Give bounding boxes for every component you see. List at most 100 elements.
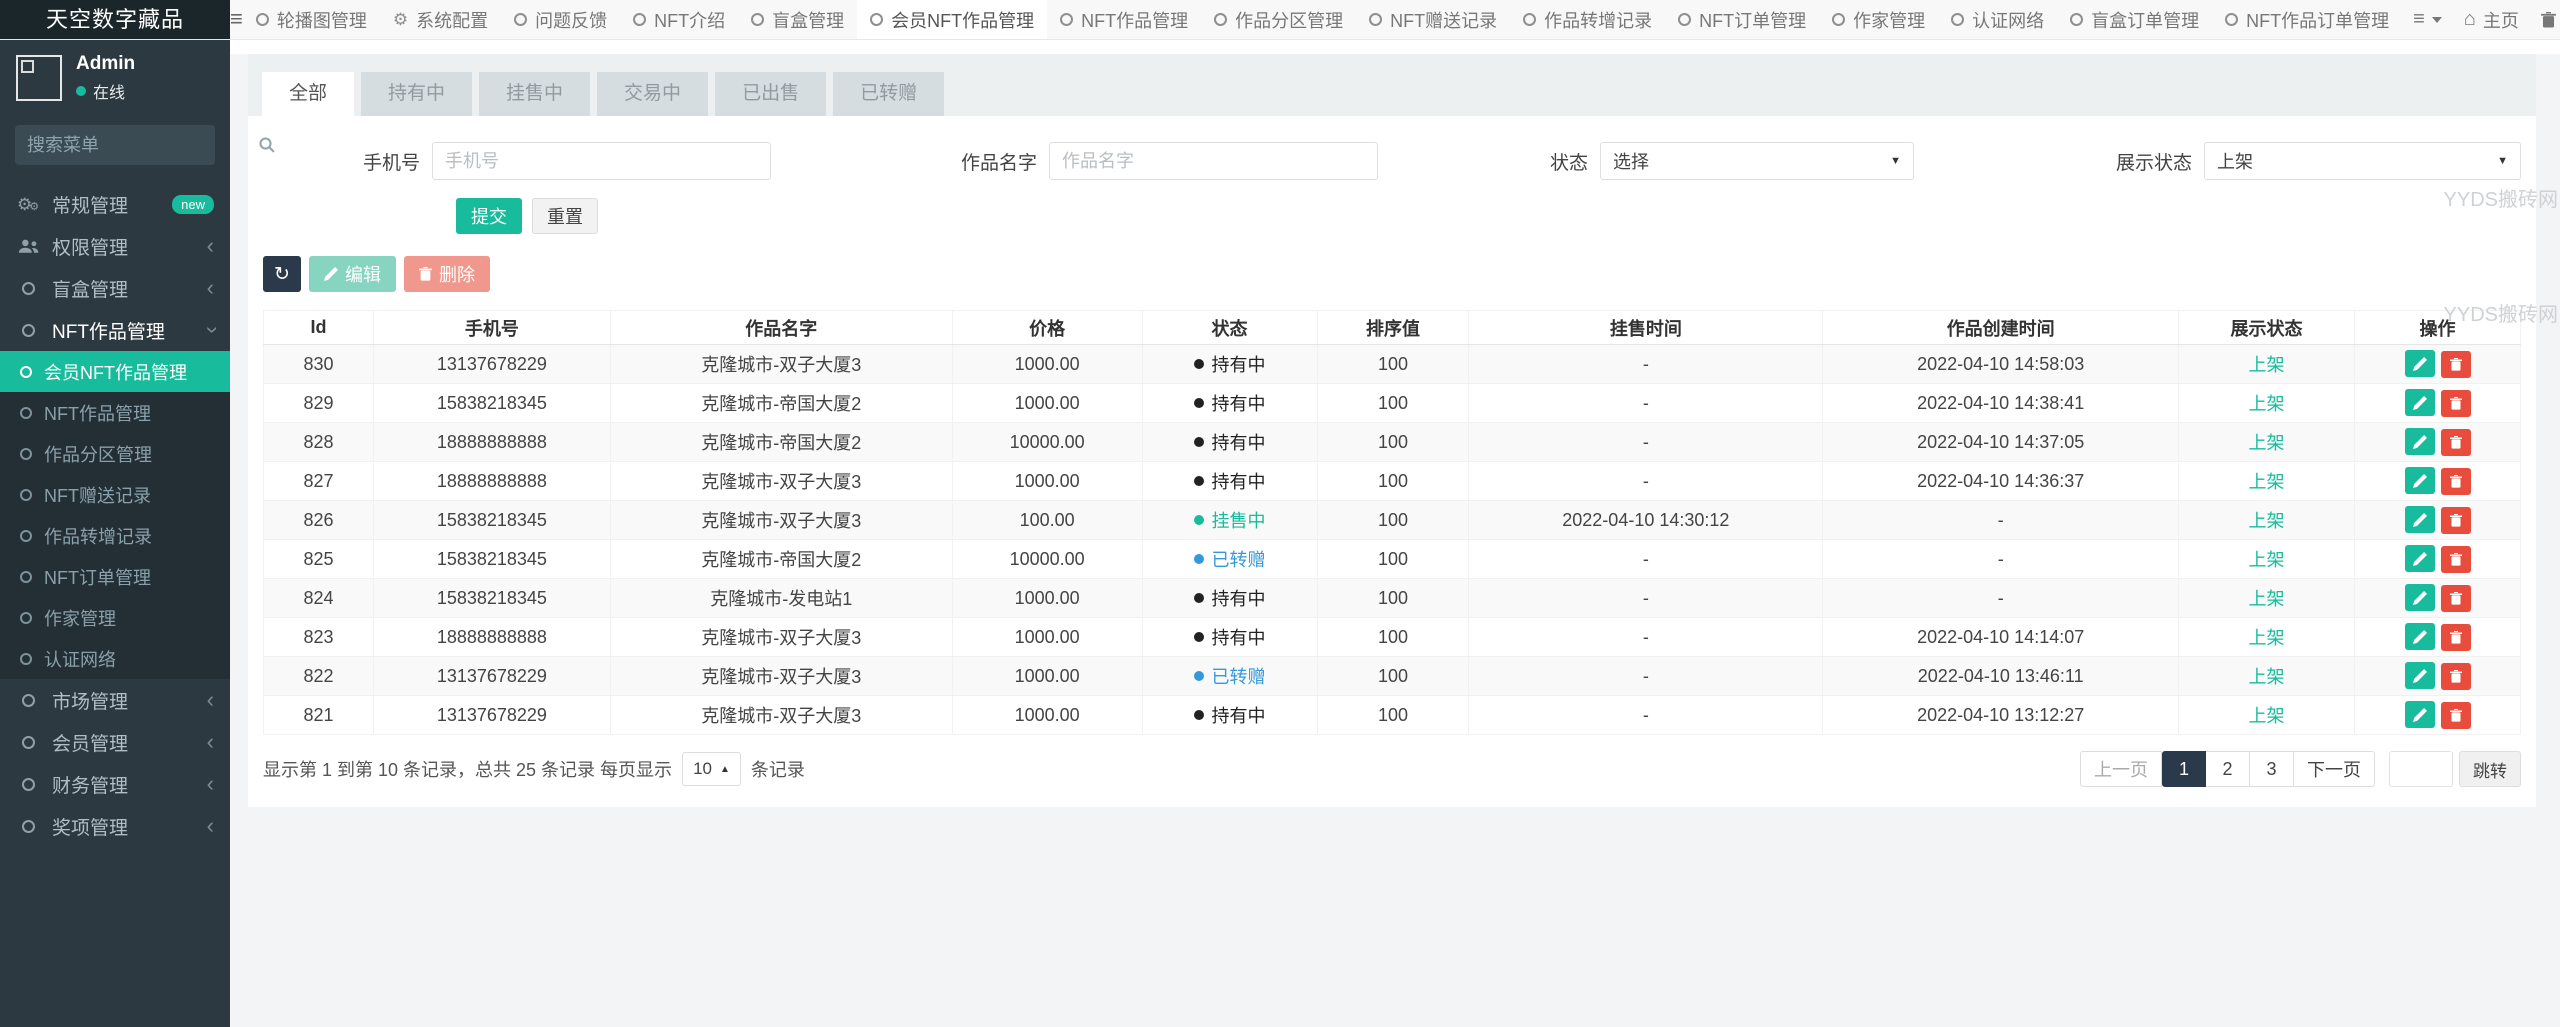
jump-page-input[interactable] (2389, 751, 2453, 787)
table-row[interactable]: 823 18888888888 克隆城市-双子大厦3 1000.00 持有中 100-20… (263, 617, 2521, 657)
table-row[interactable]: 825 15838218345 克隆城市-帝国大厦2 10000.00 已转赠 100- -… (263, 539, 2521, 579)
row-edit-button[interactable] (2404, 545, 2435, 573)
row-delete-button[interactable] (2440, 545, 2471, 573)
next-page-button[interactable]: 下一页 (2294, 751, 2375, 787)
row-edit-button[interactable] (2404, 428, 2435, 456)
refresh-button[interactable]: ↻ (263, 256, 301, 292)
topnav-item-1[interactable]: ⚙ 系统配置 (380, 0, 501, 39)
row-edit-button[interactable] (2404, 623, 2435, 651)
topnav-item-10[interactable]: NFT订单管理 (1665, 0, 1819, 39)
row-edit-button[interactable] (2404, 467, 2435, 495)
row-delete-button[interactable] (2440, 506, 2471, 534)
sidebar-item-0[interactable]: ⚙ ⚙ 常规管理 new (0, 183, 230, 225)
sidebar-subitem-3[interactable]: NFT赠送记录 (0, 474, 230, 515)
display-status-link[interactable]: 上架 (2249, 511, 2285, 531)
display-status-link[interactable]: 上架 (2249, 355, 2285, 375)
nav-list-dropdown[interactable]: ≡ (2402, 0, 2453, 40)
table-row[interactable]: 821 13137678229 克隆城市-双子大厦3 1000.00 持有中 100-20… (263, 695, 2521, 735)
sidebar-item-6[interactable]: 财务管理 ‹ (0, 763, 230, 805)
topnav-item-3[interactable]: NFT介绍 (620, 0, 738, 39)
sidebar-subitem-2[interactable]: 作品分区管理 (0, 433, 230, 474)
tab-5[interactable]: 已转赠 (833, 72, 945, 116)
prev-page-button[interactable]: 上一页 (2080, 751, 2162, 787)
sidebar-item-4[interactable]: 市场管理 ‹ (0, 679, 230, 721)
row-edit-button[interactable] (2404, 506, 2435, 534)
topnav-item-0[interactable]: 轮播图管理 (243, 0, 380, 39)
phone-input[interactable] (432, 142, 771, 180)
topnav-item-11[interactable]: 作家管理 (1819, 0, 1938, 39)
row-delete-button[interactable] (2440, 623, 2471, 651)
sidebar-subitem-0[interactable]: 会员NFT作品管理 (0, 351, 230, 392)
row-delete-button[interactable] (2440, 428, 2471, 456)
sidebar-toggle-icon[interactable]: ≡ (230, 0, 243, 39)
clear-cache-button[interactable]: 清除缓存 (2530, 0, 2560, 40)
topnav-item-5[interactable]: 会员NFT作品管理 (857, 0, 1048, 39)
topnav-item-14[interactable]: NFT作品订单管理 (2212, 0, 2402, 39)
topnav-item-7[interactable]: 作品分区管理 (1201, 0, 1356, 39)
topnav-item-9[interactable]: 作品转增记录 (1510, 0, 1665, 39)
sidebar-item-1[interactable]: 权限管理 ‹ (0, 225, 230, 267)
reset-button[interactable]: 重置 (532, 198, 598, 234)
topnav-item-6[interactable]: NFT作品管理 (1047, 0, 1201, 39)
page-button-3[interactable]: 3 (2250, 751, 2294, 787)
row-delete-button[interactable] (2440, 350, 2471, 378)
topnav-item-8[interactable]: NFT赠送记录 (1356, 0, 1510, 39)
tab-4[interactable]: 已出售 (715, 72, 827, 116)
jump-button[interactable]: 跳转 (2459, 751, 2521, 787)
topnav-item-4[interactable]: 盲盒管理 (738, 0, 857, 39)
row-delete-button[interactable] (2440, 467, 2471, 495)
table-row[interactable]: 828 18888888888 克隆城市-帝国大厦2 10000.00 持有中 100-2… (263, 422, 2521, 462)
search-icon[interactable] (259, 137, 275, 153)
display-status-link[interactable]: 上架 (2249, 628, 2285, 648)
display-status-link[interactable]: 上架 (2249, 589, 2285, 609)
display-status-link[interactable]: 上架 (2249, 667, 2285, 687)
page-button-2[interactable]: 2 (2206, 751, 2250, 787)
tab-2[interactable]: 挂售中 (479, 72, 591, 116)
sidebar-subitem-4[interactable]: 作品转增记录 (0, 515, 230, 556)
row-delete-button[interactable] (2440, 389, 2471, 417)
brand-logo[interactable]: 天空数字藏品 (0, 0, 230, 39)
sidebar-subitem-7[interactable]: 认证网络 (0, 638, 230, 679)
row-edit-button[interactable] (2404, 701, 2435, 729)
row-edit-button[interactable] (2404, 350, 2435, 378)
display-status-link[interactable]: 上架 (2249, 433, 2285, 453)
row-delete-button[interactable] (2440, 584, 2471, 612)
sidebar-item-5[interactable]: 会员管理 ‹ (0, 721, 230, 763)
submit-button[interactable]: 提交 (456, 198, 522, 234)
display-status-link[interactable]: 上架 (2249, 472, 2285, 492)
page-size-select[interactable]: 10 ▲ (682, 752, 741, 786)
topnav-item-13[interactable]: 盲盒订单管理 (2057, 0, 2212, 39)
topnav-item-12[interactable]: 认证网络 (1938, 0, 2057, 39)
home-button[interactable]: ⌂ 主页 (2453, 0, 2530, 40)
table-row[interactable]: 827 18888888888 克隆城市-双子大厦3 1000.00 持有中 100-20… (263, 461, 2521, 501)
bulk-delete-button[interactable]: 删除 (404, 256, 490, 292)
sidebar-search-input[interactable] (27, 134, 259, 156)
table-row[interactable]: 824 15838218345 克隆城市-发电站1 1000.00 持有中 100- - 上架 (263, 578, 2521, 618)
sidebar-item-2[interactable]: 盲盒管理 ‹ (0, 267, 230, 309)
sidebar-subitem-5[interactable]: NFT订单管理 (0, 556, 230, 597)
table-row[interactable]: 829 15838218345 克隆城市-帝国大厦2 1000.00 持有中 100-20… (263, 383, 2521, 423)
status-select[interactable]: 选择 ▼ (1599, 142, 1914, 180)
bulk-edit-button[interactable]: 编辑 (309, 256, 396, 292)
row-delete-button[interactable] (2440, 662, 2471, 690)
sidebar-item-7[interactable]: 奖项管理 ‹ (0, 805, 230, 847)
row-edit-button[interactable] (2404, 584, 2435, 612)
table-row[interactable]: 830 13137678229 克隆城市-双子大厦3 1000.00 持有中 100-20… (263, 344, 2521, 384)
artwork-name-input[interactable] (1048, 142, 1378, 180)
display-status-link[interactable]: 上架 (2249, 394, 2285, 414)
table-row[interactable]: 822 13137678229 克隆城市-双子大厦3 1000.00 已转赠 100-20… (263, 656, 2521, 696)
row-delete-button[interactable] (2440, 701, 2471, 729)
sidebar-subitem-6[interactable]: 作家管理 (0, 597, 230, 638)
sidebar-item-3[interactable]: NFT作品管理 ‹ (0, 309, 230, 351)
display-status-link[interactable]: 上架 (2249, 550, 2285, 570)
tab-3[interactable]: 交易中 (597, 72, 709, 116)
display-status-select[interactable]: 上架 ▼ (2203, 142, 2521, 180)
row-edit-button[interactable] (2404, 389, 2435, 417)
tab-0[interactable]: 全部 (262, 72, 355, 116)
row-edit-button[interactable] (2404, 662, 2435, 690)
page-button-1[interactable]: 1 (2162, 751, 2206, 787)
display-status-link[interactable]: 上架 (2249, 706, 2285, 726)
sidebar-subitem-1[interactable]: NFT作品管理 (0, 392, 230, 433)
tab-1[interactable]: 持有中 (361, 72, 473, 116)
topnav-item-2[interactable]: 问题反馈 (501, 0, 620, 39)
